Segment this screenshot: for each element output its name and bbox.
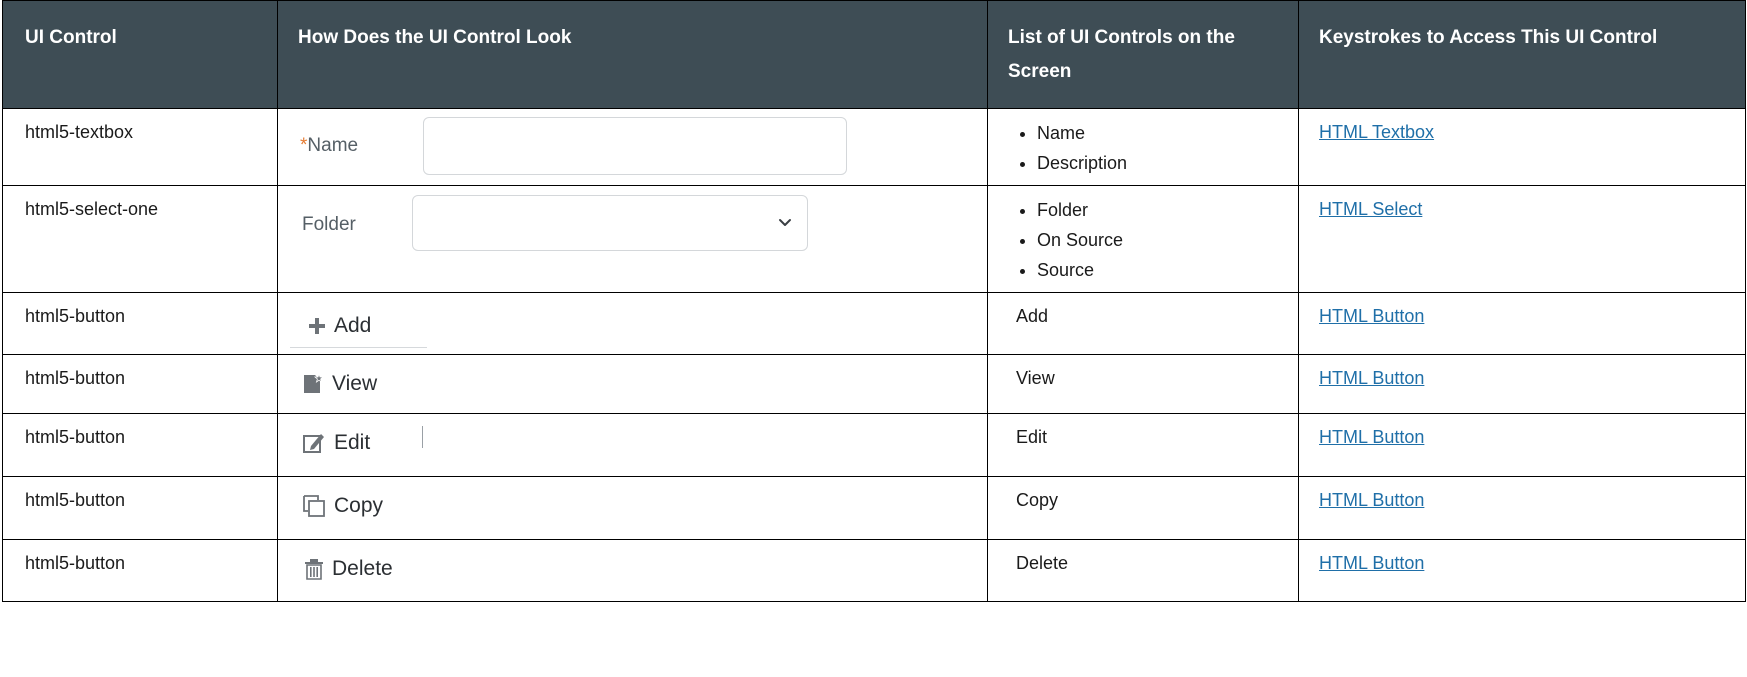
control-cell: html5-button [2, 413, 278, 477]
header-keystrokes: Keystrokes to Access This UI Control [1298, 0, 1746, 109]
text-cursor [422, 426, 423, 448]
list-cell: View [987, 354, 1299, 414]
view-document-icon [304, 372, 324, 393]
folder-field-label: Folder [302, 214, 356, 235]
link-cell: HTML Button [1298, 539, 1746, 602]
preview-cell: Delete [277, 539, 988, 602]
add-button-label: Add [334, 314, 372, 337]
controls-list: Folder On Source Source [988, 186, 1298, 292]
list-cell: Add [987, 292, 1299, 355]
list-cell: Delete [987, 539, 1299, 602]
view-button[interactable]: View [302, 369, 377, 398]
link-cell: HTML Textbox [1298, 108, 1746, 186]
control-name: html5-button [25, 553, 126, 573]
html-button-link[interactable]: HTML Button [1319, 306, 1424, 326]
html-button-link[interactable]: HTML Button [1319, 553, 1424, 573]
link-cell: HTML Button [1298, 354, 1746, 414]
name-input[interactable] [423, 117, 847, 175]
table-row: html5-button Edit Edit HTML Button [2, 413, 1746, 477]
view-button-label: View [332, 372, 378, 395]
html-textbox-link[interactable]: HTML Textbox [1319, 122, 1434, 142]
delete-button[interactable]: Delete [304, 554, 393, 583]
list-item: On Source [1037, 225, 1298, 255]
control-name: html5-button [25, 427, 126, 447]
plus-icon [309, 317, 325, 334]
list-text: Add [1016, 306, 1049, 326]
list-cell: Edit [987, 413, 1299, 477]
table-row: html5-button Add Add HTML Button [2, 292, 1746, 355]
control-name: html5-button [25, 306, 126, 326]
list-cell: Folder On Source Source [987, 185, 1299, 293]
divider [290, 347, 427, 348]
table-row: html5-select-one Folder Folder On Source [2, 185, 1746, 293]
table-row: html5-button Delete Delete HTML Button [2, 539, 1746, 602]
list-cell: Copy [987, 476, 1299, 540]
ui-controls-table: UI Control How Does the UI Control Look … [2, 0, 1746, 602]
control-cell: html5-button [2, 354, 278, 414]
control-cell: html5-button [2, 292, 278, 355]
header-ui-control: UI Control [2, 0, 278, 109]
html-button-link[interactable]: HTML Button [1319, 490, 1424, 510]
link-cell: HTML Button [1298, 292, 1746, 355]
controls-list: Name Description [988, 109, 1298, 185]
copy-icon [303, 494, 325, 517]
control-name: html5-select-one [25, 199, 159, 219]
edit-pencil-icon [303, 433, 324, 453]
preview-cell: Edit [277, 413, 988, 477]
preview-cell: View [277, 354, 988, 414]
list-text: View [1016, 368, 1055, 388]
header-look: How Does the UI Control Look [277, 0, 988, 109]
html-select-link[interactable]: HTML Select [1319, 199, 1422, 219]
list-item: Source [1037, 255, 1298, 285]
list-text: Copy [1016, 490, 1059, 510]
delete-button-label: Delete [332, 557, 393, 580]
edit-button-label: Edit [334, 431, 371, 454]
link-cell: HTML Select [1298, 185, 1746, 293]
html-button-link[interactable]: HTML Button [1319, 427, 1424, 447]
list-text: Delete [1016, 553, 1069, 573]
name-field-label: *Name [300, 135, 359, 156]
list-item: Description [1037, 148, 1298, 178]
textbox-preview: *Name [278, 109, 987, 185]
add-button[interactable]: Add [308, 311, 371, 340]
header-list: List of UI Controls on the Screen [987, 0, 1299, 109]
control-name: html5-textbox [25, 122, 134, 142]
table-row: html5-button Copy Copy HTML Button [2, 476, 1746, 540]
control-cell: html5-textbox [2, 108, 278, 186]
link-cell: HTML Button [1298, 476, 1746, 540]
edit-button[interactable]: Edit [302, 428, 370, 457]
table-header-row: UI Control How Does the UI Control Look … [2, 0, 1746, 109]
link-cell: HTML Button [1298, 413, 1746, 477]
control-name: html5-button [25, 368, 126, 388]
folder-select[interactable] [412, 195, 808, 251]
select-preview: Folder [278, 186, 987, 292]
trash-icon [305, 558, 323, 580]
chevron-down-icon [779, 219, 791, 226]
table-row: html5-textbox *Name Name Description HTM… [2, 108, 1746, 186]
table-row: html5-button View View HTML Button [2, 354, 1746, 414]
preview-cell: Folder [277, 185, 988, 293]
control-cell: html5-select-one [2, 185, 278, 293]
control-cell: html5-button [2, 476, 278, 540]
list-cell: Name Description [987, 108, 1299, 186]
html-button-link[interactable]: HTML Button [1319, 368, 1424, 388]
copy-button-label: Copy [334, 494, 384, 517]
preview-cell: Add [277, 292, 988, 355]
preview-cell: *Name [277, 108, 988, 186]
preview-cell: Copy [277, 476, 988, 540]
copy-button[interactable]: Copy [302, 491, 383, 520]
list-item: Name [1037, 118, 1298, 148]
list-item: Folder [1037, 195, 1298, 225]
control-cell: html5-button [2, 539, 278, 602]
control-name: html5-button [25, 490, 126, 510]
list-text: Edit [1016, 427, 1048, 447]
